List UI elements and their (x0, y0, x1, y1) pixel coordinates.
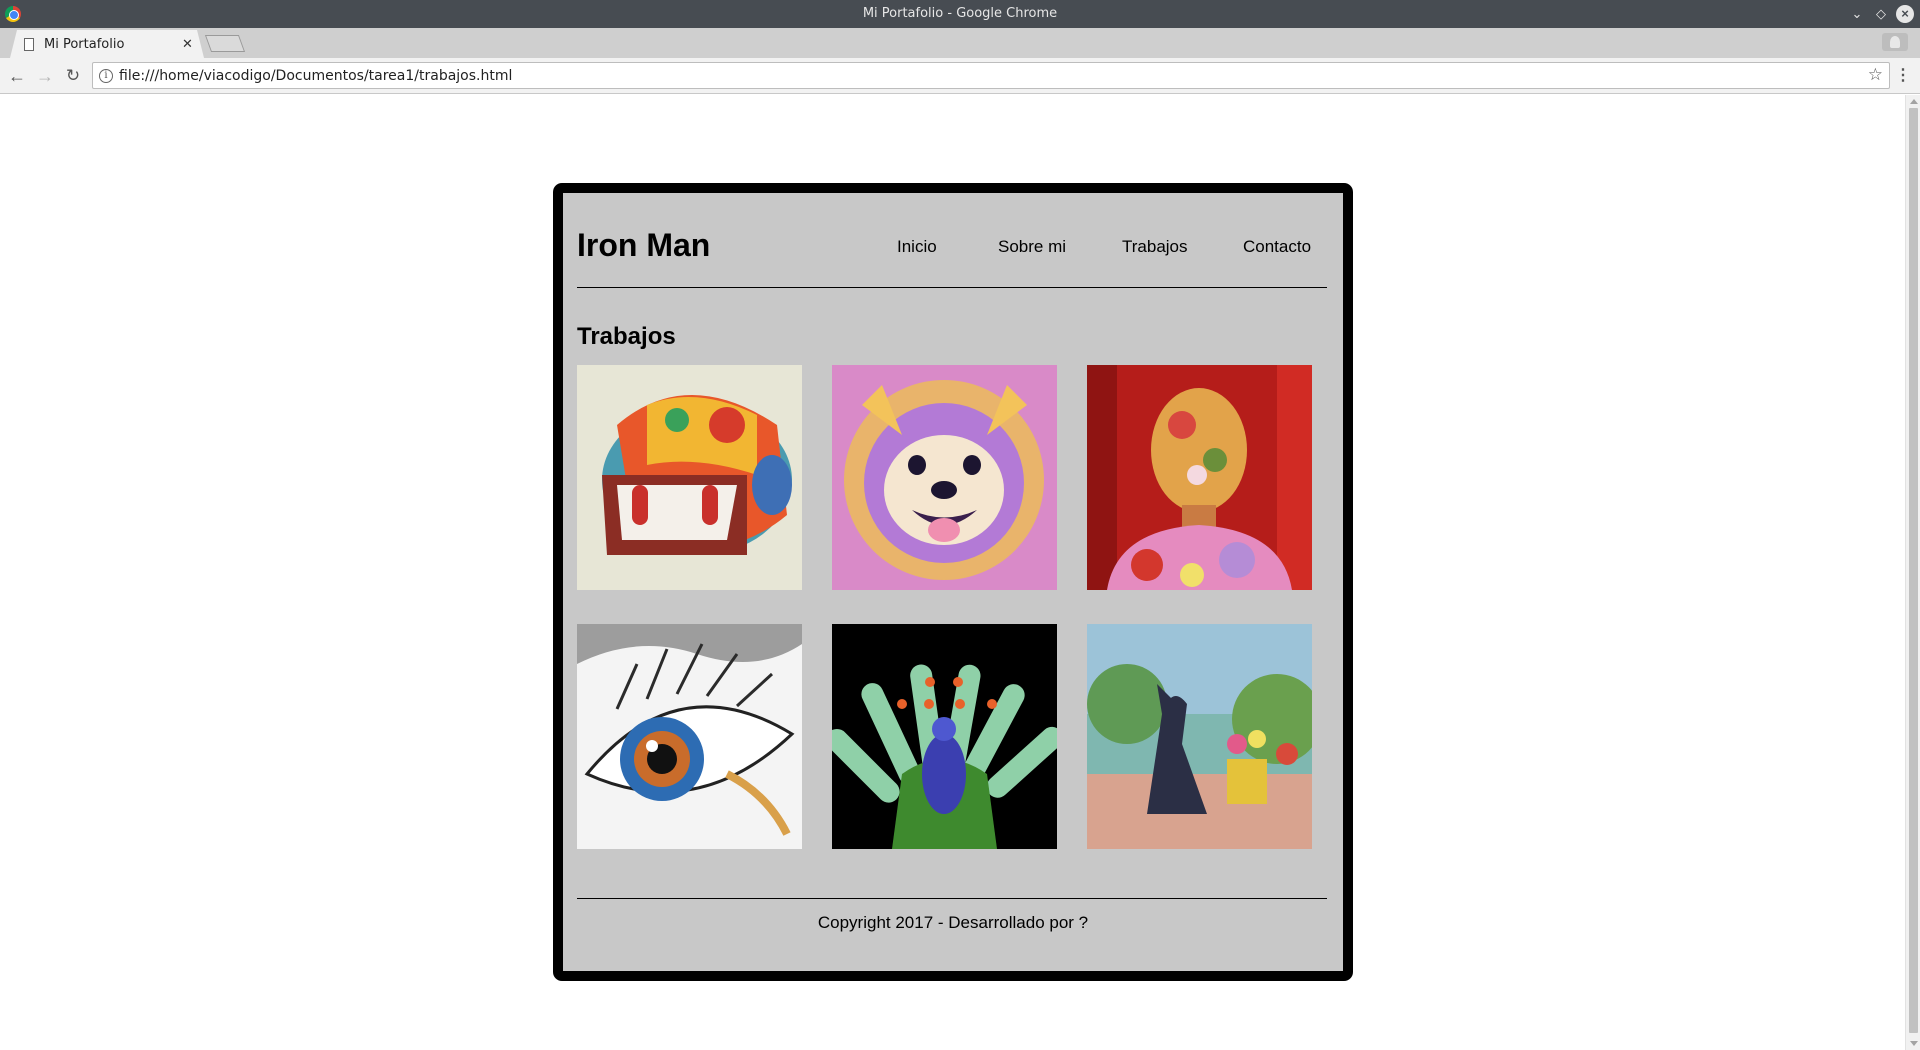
back-button[interactable]: ← (6, 65, 28, 87)
scroll-up-arrow-icon[interactable] (1910, 99, 1918, 104)
scrollbar-thumb[interactable] (1909, 108, 1918, 1033)
info-icon[interactable]: i (99, 69, 113, 83)
address-bar[interactable]: i file:///home/viacodigo/Documentos/tare… (92, 62, 1890, 89)
tab-strip: Mi Portafolio ✕ (0, 28, 1920, 58)
new-tab-button[interactable] (204, 35, 246, 52)
footer-divider (577, 898, 1327, 899)
window-titlebar: Mi Portafolio - Google Chrome ⌄ ◇ × (0, 0, 1920, 28)
document-icon (24, 38, 34, 51)
close-window-button[interactable]: × (1896, 5, 1914, 23)
forward-button[interactable]: → (34, 65, 56, 87)
site-title: Iron Man (577, 227, 711, 263)
reload-button[interactable]: ↻ (62, 65, 84, 87)
gallery-image-floral-mannequin[interactable] (1087, 365, 1312, 590)
gallery-image-eye[interactable] (577, 624, 802, 849)
header-divider (577, 287, 1327, 288)
portfolio-container: Iron Man Inicio Sobre mi Trabajos Contac… (553, 183, 1353, 981)
nav-link-contacto[interactable]: Contacto (1243, 237, 1311, 257)
profile-icon[interactable] (1882, 33, 1908, 51)
tab-close-icon[interactable]: ✕ (182, 36, 193, 52)
browser-toolbar: ← → ↻ i file:///home/viacodigo/Documento… (0, 58, 1920, 94)
gallery-image-pomeranian[interactable] (832, 365, 1057, 590)
nav-link-inicio[interactable]: Inicio (897, 237, 937, 257)
window-title: Mi Portafolio - Google Chrome (862, 6, 1058, 21)
page-viewport: Iron Man Inicio Sobre mi Trabajos Contac… (0, 95, 1905, 1050)
bookmark-star-icon[interactable]: ☆ (1868, 65, 1883, 85)
gallery-image-peacock-hand[interactable] (832, 624, 1057, 849)
gallery-image-beaded-jaguar[interactable] (577, 365, 802, 590)
maximize-button[interactable]: ◇ (1872, 5, 1890, 23)
gallery-image-dog-painting[interactable] (1087, 624, 1312, 849)
minimize-button[interactable]: ⌄ (1848, 5, 1866, 23)
vertical-scrollbar[interactable] (1905, 95, 1920, 1050)
tab-label: Mi Portafolio (44, 37, 125, 52)
menu-dots-icon[interactable]: ⋮ (1892, 65, 1914, 87)
scroll-down-arrow-icon[interactable] (1910, 1041, 1918, 1046)
nav-link-sobre-mi[interactable]: Sobre mi (998, 237, 1066, 257)
tab-mi-portafolio[interactable]: Mi Portafolio ✕ (10, 30, 204, 58)
url-text[interactable]: file:///home/viacodigo/Documentos/tarea1… (119, 68, 512, 84)
section-title: Trabajos (577, 323, 676, 350)
nav-link-trabajos[interactable]: Trabajos (1122, 237, 1188, 257)
footer-copyright: Copyright 2017 - Desarrollado por ? (817, 913, 1089, 932)
